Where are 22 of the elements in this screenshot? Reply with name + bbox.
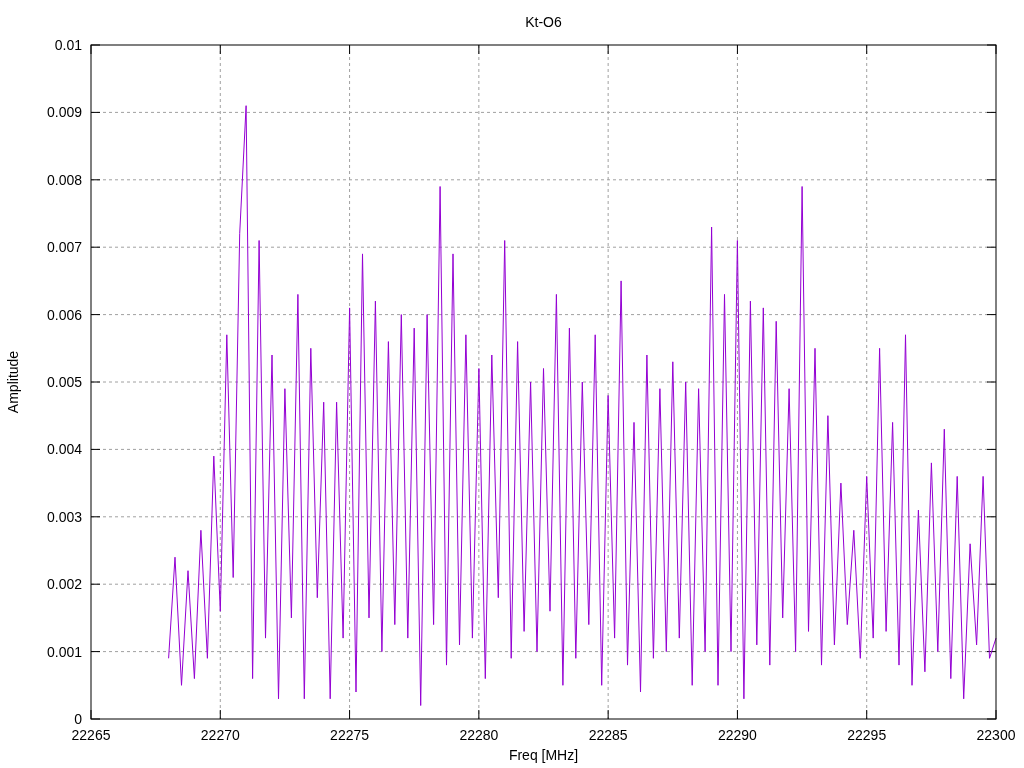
x-axis-label: Freq [MHz] [508, 747, 579, 763]
y-tick-label: 0.009 [46, 104, 82, 121]
y-tick-label: 0.003 [46, 508, 82, 525]
x-tick-label: 22270 [200, 727, 240, 743]
y-tick-label: 0.002 [46, 576, 82, 593]
x-tick-label: 22275 [330, 727, 370, 743]
x-tick-label: 22290 [717, 727, 757, 743]
y-tick-label: 0.001 [46, 643, 82, 660]
x-tick-label: 22285 [588, 727, 628, 743]
y-tick-label: 0.008 [46, 171, 82, 188]
chart-title: Kt-O6 [525, 14, 562, 30]
x-tick-label: 22280 [459, 727, 499, 743]
x-tick-label: 22265 [71, 727, 111, 743]
y-tick-label: 0.007 [46, 239, 82, 256]
y-tick-label: 0.01 [54, 37, 82, 53]
y-tick-label: 0 [74, 711, 82, 727]
y-tick-label: 0.005 [46, 374, 82, 390]
x-tick-label: 22295 [847, 727, 887, 743]
y-tick-label: 0.004 [46, 441, 82, 458]
x-tick-label: 22300 [976, 727, 1016, 743]
y-tick-label: 0.006 [46, 306, 82, 323]
y-axis-label: Amplitude [5, 350, 21, 414]
